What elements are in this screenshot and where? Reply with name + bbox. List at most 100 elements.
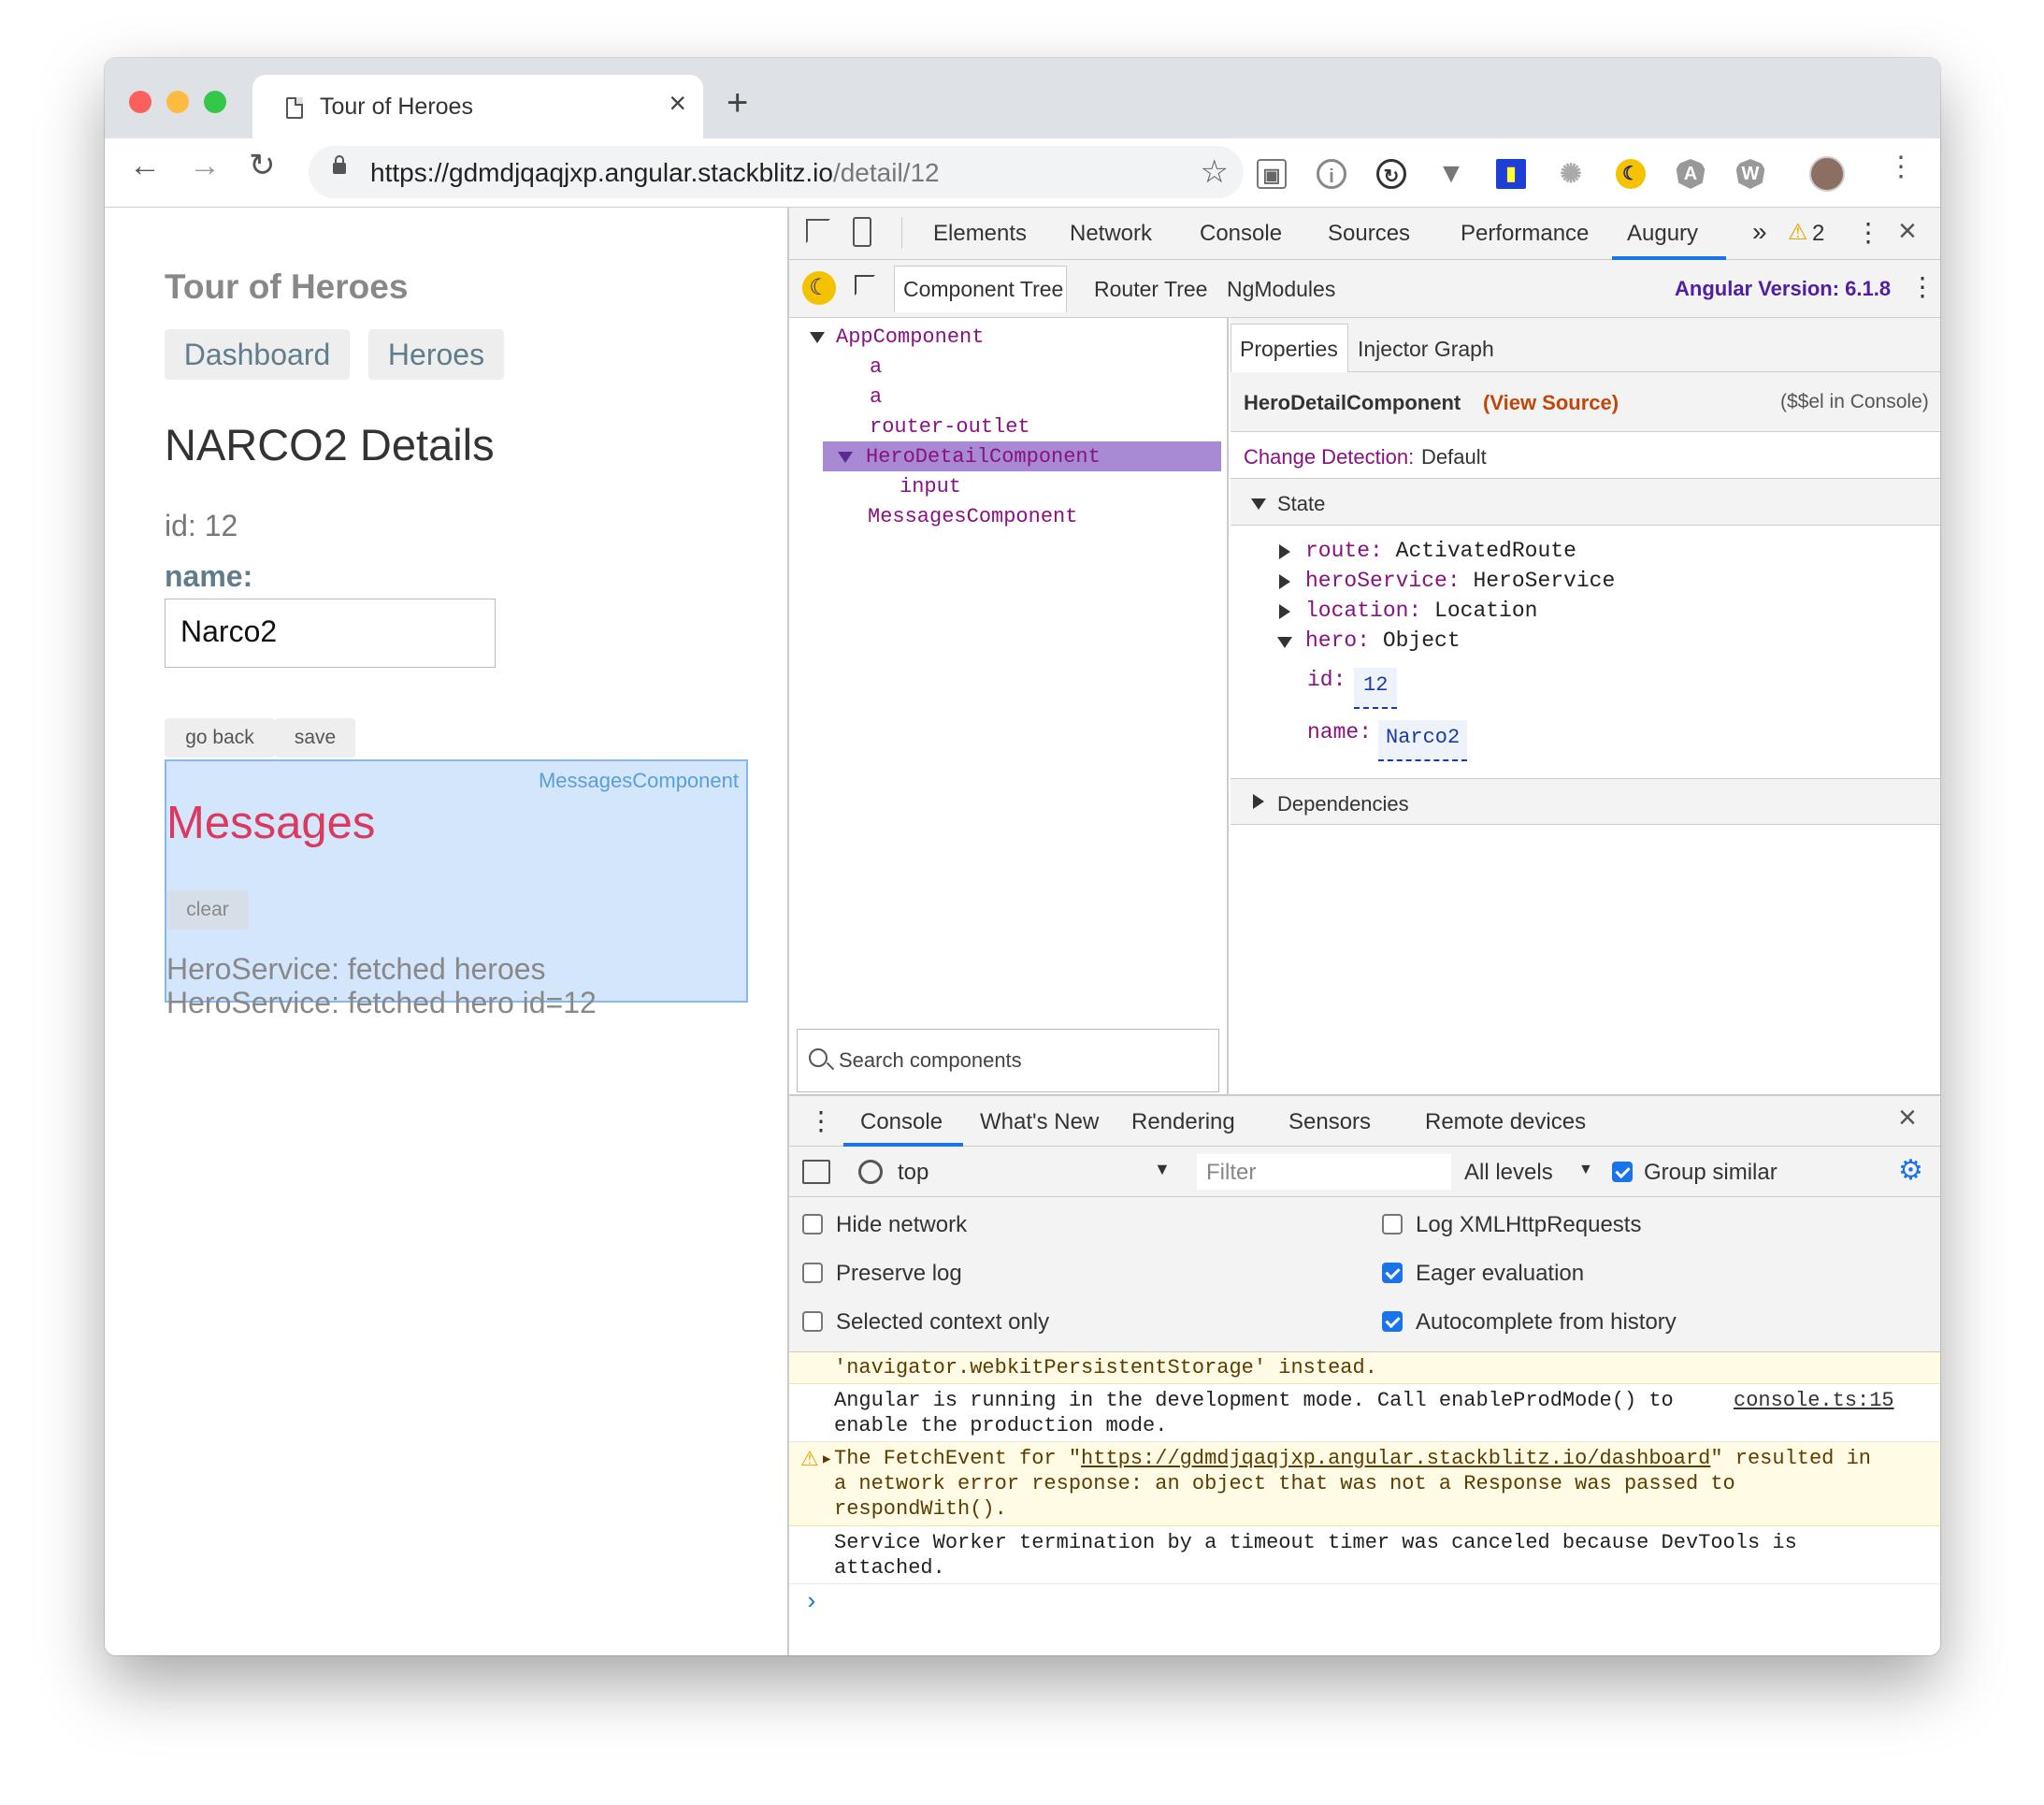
source-link[interactable]: console.ts:15: [1734, 1388, 1894, 1413]
eager-evaluation-checkbox[interactable]: [1382, 1263, 1403, 1283]
hide-network-checkbox[interactable]: [802, 1214, 823, 1235]
extension-angular-icon[interactable]: A: [1676, 159, 1706, 189]
expand-toggle-icon[interactable]: [838, 451, 853, 468]
address-bar[interactable]: https://gdmdjqaqjxp.angular.stackblitz.i…: [309, 146, 1244, 198]
context-dropdown-icon[interactable]: ▼: [1154, 1160, 1171, 1179]
tab-console[interactable]: Console: [1200, 221, 1282, 247]
preserve-log-checkbox[interactable]: [802, 1263, 823, 1283]
tree-node[interactable]: input: [900, 475, 961, 498]
view-source-link[interactable]: (View Source): [1483, 391, 1619, 415]
context-selector[interactable]: top: [898, 1160, 928, 1186]
zoom-window-button[interactable]: [204, 91, 226, 113]
tree-node[interactable]: AppComponent: [836, 325, 984, 349]
close-tab-icon[interactable]: ×: [669, 88, 686, 118]
device-toolbar-icon[interactable]: [853, 217, 871, 247]
devtools-tab-bar: Elements Network Console Sources Perform…: [789, 208, 1940, 260]
console-settings-panel: Hide network Preserve log Selected conte…: [789, 1197, 1940, 1352]
expand-icon[interactable]: ▶: [823, 1448, 830, 1473]
go-back-button[interactable]: go back: [165, 718, 275, 758]
hero-name-input[interactable]: Narco2: [165, 599, 496, 668]
log-levels-selector[interactable]: All levels: [1464, 1160, 1553, 1186]
reload-icon[interactable]: ↻: [249, 150, 276, 181]
extension-vue-icon[interactable]: ▼: [1436, 159, 1466, 189]
extension-lighthouse-icon[interactable]: ▮: [1496, 159, 1526, 189]
console-settings-gear-icon[interactable]: ⚙: [1898, 1154, 1923, 1187]
group-similar-checkbox[interactable]: [1612, 1162, 1633, 1182]
extension-sync-icon[interactable]: ↻: [1376, 159, 1406, 189]
hero-id-editor[interactable]: 12: [1354, 668, 1398, 709]
bookmark-star-icon[interactable]: ☆: [1201, 153, 1229, 191]
tab-sources[interactable]: Sources: [1328, 221, 1410, 247]
extension-augury-icon[interactable]: ☾: [1616, 159, 1646, 189]
tab-properties[interactable]: Properties: [1240, 337, 1338, 362]
hero-name-editor[interactable]: Narco2: [1378, 720, 1468, 761]
selected-context-checkbox[interactable]: [802, 1311, 823, 1332]
console-reference: ($$el in Console): [1780, 391, 1929, 412]
augury-menu-icon[interactable]: ⋮: [1909, 271, 1936, 302]
subtab-component-tree[interactable]: Component Tree: [903, 277, 1063, 302]
back-icon[interactable]: ←: [129, 150, 161, 181]
search-icon-handle: [826, 1061, 835, 1071]
levels-dropdown-icon[interactable]: ▼: [1578, 1162, 1593, 1178]
console-prompt[interactable]: ›: [789, 1588, 1940, 1625]
expand-icon[interactable]: [1279, 574, 1290, 594]
dashboard-nav-button[interactable]: Dashboard: [165, 329, 350, 380]
subtab-ngmodules[interactable]: NgModules: [1227, 277, 1335, 302]
clear-console-icon[interactable]: [858, 1160, 883, 1184]
extension-react-icon[interactable]: ✺: [1556, 159, 1586, 189]
warning-count[interactable]: 2: [1812, 221, 1824, 247]
devtools-menu-icon[interactable]: ⋮: [1855, 217, 1881, 248]
preserve-log-label: Preserve log: [836, 1261, 962, 1286]
expand-toggle-icon[interactable]: [810, 331, 825, 348]
drawer-tab-sensors[interactable]: Sensors: [1288, 1109, 1371, 1135]
close-window-button[interactable]: [129, 91, 151, 113]
warning-url-link[interactable]: https://gdmdjqaqjxp.angular.stackblitz.i…: [1081, 1447, 1710, 1470]
more-tabs-icon[interactable]: »: [1752, 217, 1767, 247]
collapse-icon[interactable]: [1277, 636, 1292, 653]
save-button[interactable]: save: [275, 718, 355, 758]
tree-node-selected[interactable]: HeroDetailComponent: [866, 445, 1101, 469]
subtab-router-tree[interactable]: Router Tree: [1094, 277, 1207, 302]
hero-id-key: id:: [1307, 668, 1346, 692]
autocomplete-history-checkbox[interactable]: [1382, 1311, 1403, 1332]
sidebar-toggle-icon[interactable]: [802, 1160, 830, 1184]
heroes-nav-button[interactable]: Heroes: [368, 329, 504, 380]
close-drawer-icon[interactable]: ×: [1898, 1100, 1917, 1136]
minimize-window-button[interactable]: [166, 91, 189, 113]
expand-icon[interactable]: [1279, 544, 1290, 564]
profile-avatar[interactable]: [1809, 156, 1845, 192]
drawer-menu-icon[interactable]: ⋮: [808, 1105, 834, 1136]
tree-node[interactable]: MessagesComponent: [868, 505, 1077, 528]
extension-w-icon[interactable]: W: [1735, 159, 1765, 189]
tree-node[interactable]: a: [870, 385, 882, 409]
tab-augury[interactable]: Augury: [1627, 221, 1698, 247]
browser-menu-icon[interactable]: ⋮: [1887, 153, 1915, 181]
tab-performance[interactable]: Performance: [1461, 221, 1589, 247]
console-drawer: ⋮ Console What's New Rendering Sensors R…: [789, 1094, 1940, 1655]
expand-icon[interactable]: [1279, 604, 1290, 624]
drawer-tab-bar: ⋮ Console What's New Rendering Sensors R…: [789, 1096, 1940, 1147]
browser-tab[interactable]: Tour of Heroes ×: [252, 75, 703, 138]
tab-injector-graph[interactable]: Injector Graph: [1358, 337, 1494, 362]
tab-elements[interactable]: Elements: [933, 221, 1027, 247]
drawer-tab-rendering[interactable]: Rendering: [1131, 1109, 1235, 1135]
search-components-input[interactable]: Search components: [797, 1029, 1219, 1092]
select-component-icon[interactable]: [855, 275, 875, 296]
tree-node[interactable]: router-outlet: [870, 415, 1030, 439]
log-xhr-checkbox[interactable]: [1382, 1214, 1403, 1235]
drawer-tab-remote-devices[interactable]: Remote devices: [1425, 1109, 1586, 1135]
dependencies-section-header[interactable]: Dependencies: [1231, 778, 1940, 825]
clear-messages-button[interactable]: clear: [166, 890, 249, 930]
inspect-element-icon[interactable]: [806, 219, 830, 243]
extension-window-icon[interactable]: ▣: [1257, 159, 1287, 189]
state-section-header[interactable]: State: [1231, 479, 1940, 526]
drawer-tab-whats-new[interactable]: What's New: [980, 1109, 1099, 1135]
forward-icon[interactable]: →: [189, 150, 221, 181]
new-tab-icon[interactable]: +: [727, 84, 748, 122]
browser-window: Tour of Heroes × + ← → ↻ https://gdmdjqa…: [105, 58, 1940, 1655]
close-devtools-icon[interactable]: ×: [1898, 213, 1917, 250]
extension-info-icon[interactable]: i: [1317, 159, 1346, 189]
drawer-tab-console[interactable]: Console: [860, 1109, 943, 1135]
tab-network[interactable]: Network: [1070, 221, 1152, 247]
tree-node[interactable]: a: [870, 355, 882, 379]
